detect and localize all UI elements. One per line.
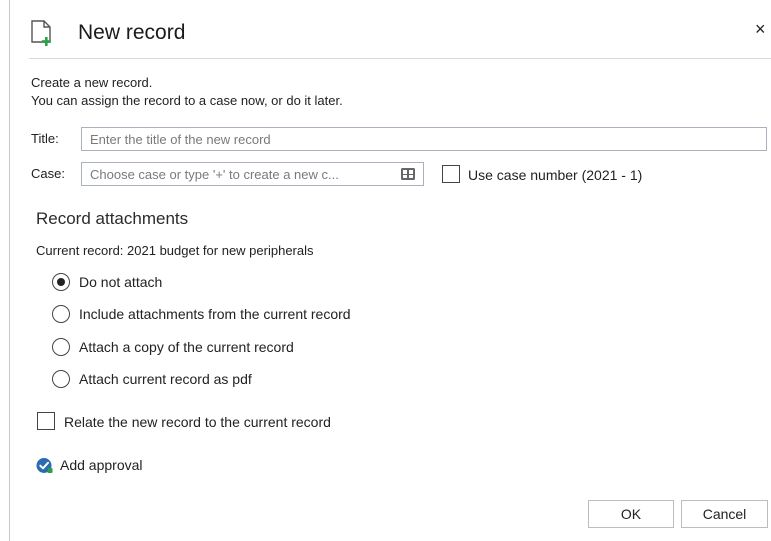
radio-attach-copy[interactable] (52, 338, 70, 356)
title-input[interactable] (81, 127, 767, 151)
approval-icon[interactable] (36, 457, 53, 474)
relate-record-label: Relate the new record to the current rec… (64, 414, 331, 430)
relate-record-checkbox[interactable] (37, 412, 55, 430)
current-record-text: Current record: 2021 budget for new peri… (36, 243, 314, 258)
use-case-number-checkbox[interactable] (442, 165, 460, 183)
intro-line-2: You can assign the record to a case now,… (31, 93, 343, 108)
title-field-label: Title: (31, 131, 59, 146)
case-field-label: Case: (31, 166, 65, 181)
radio-label-do-not-attach: Do not attach (79, 274, 163, 290)
attachments-heading: Record attachments (36, 209, 189, 228)
case-browser-icon[interactable] (400, 166, 416, 182)
dialog-title: New record (78, 21, 186, 44)
title-divider (29, 58, 771, 59)
radio-label-attach-copy: Attach a copy of the current record (79, 339, 294, 355)
radio-label-include-attachments: Include attachments from the current rec… (79, 306, 351, 322)
use-case-number-label: Use case number (2021 - 1) (468, 167, 643, 183)
new-document-icon (31, 20, 51, 46)
radio-include-attachments[interactable] (52, 305, 70, 323)
add-approval-link[interactable]: Add approval (60, 457, 143, 473)
radio-attach-pdf[interactable] (52, 370, 70, 388)
new-record-dialog: New record × Create a new record. You ca… (9, 0, 771, 541)
case-input[interactable] (82, 163, 408, 185)
case-field (81, 162, 424, 186)
intro-text: Create a new record. You can assign the … (31, 74, 343, 110)
ok-button[interactable]: OK (588, 500, 674, 528)
intro-line-1: Create a new record. (31, 75, 153, 90)
title-bar: New record × (10, 0, 771, 60)
radio-do-not-attach[interactable] (52, 273, 70, 291)
close-button[interactable]: × (755, 18, 766, 40)
radio-label-attach-pdf: Attach current record as pdf (79, 371, 252, 387)
cancel-button[interactable]: Cancel (681, 500, 768, 528)
